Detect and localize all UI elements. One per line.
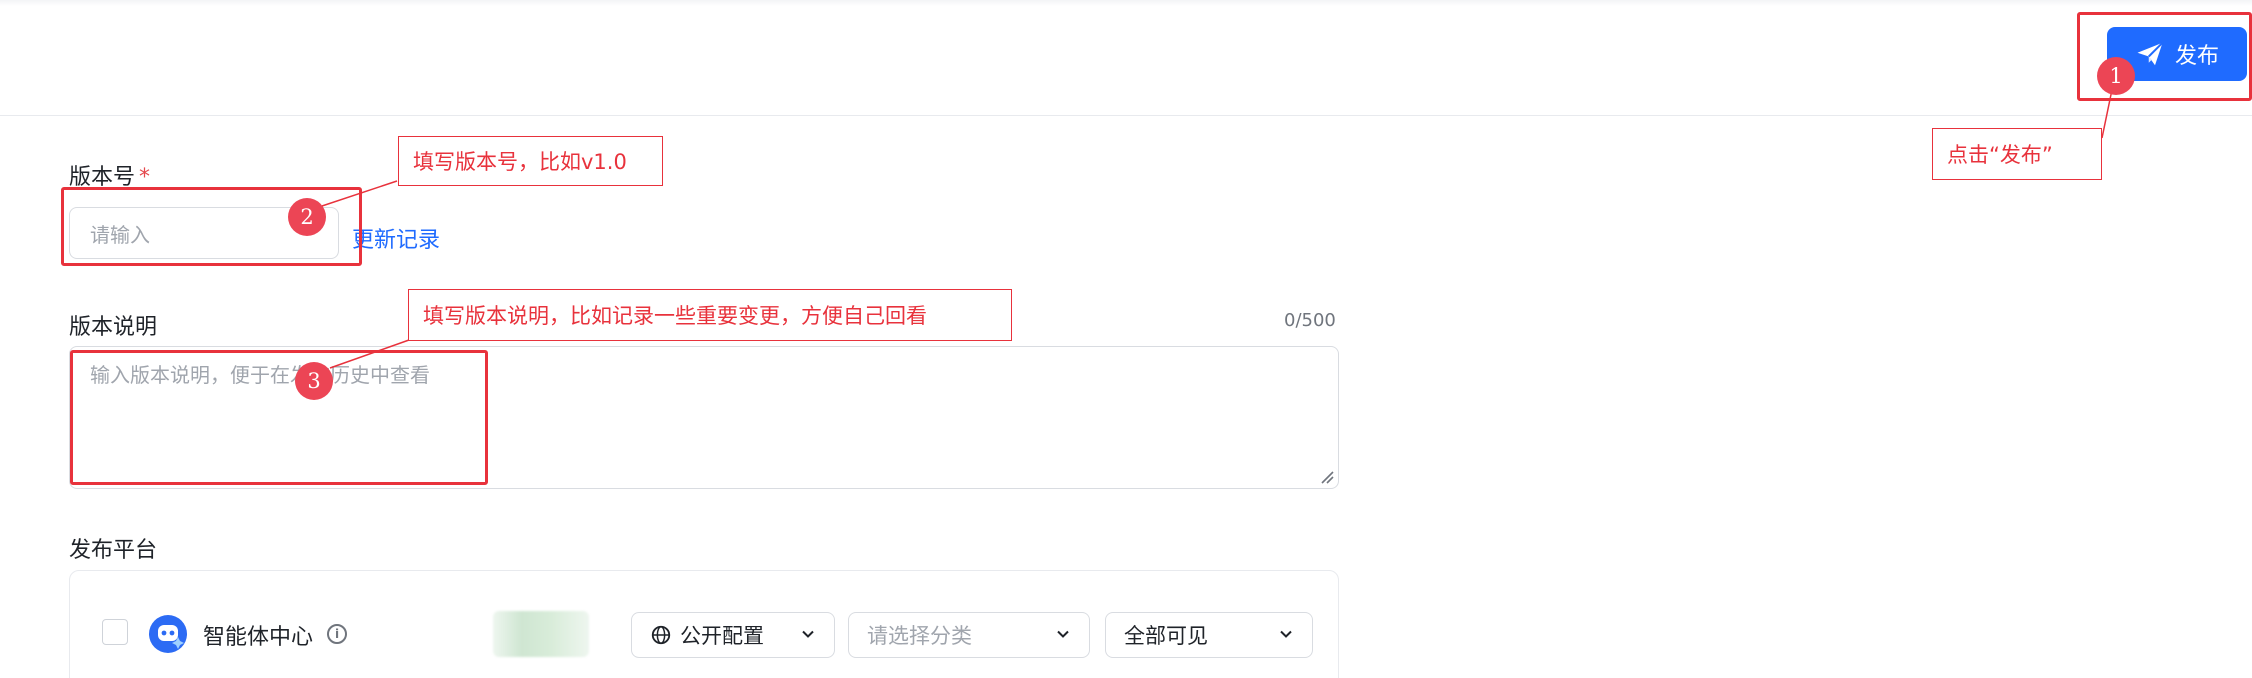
agent-center-icon bbox=[149, 615, 187, 653]
platform-label: 发布平台 bbox=[69, 538, 158, 563]
resize-handle-icon[interactable] bbox=[1320, 470, 1334, 484]
config-select[interactable]: 公开配置 bbox=[631, 612, 835, 658]
callout-step-2: 填写版本号，比如v1.0 bbox=[398, 136, 663, 186]
config-select-value: 公开配置 bbox=[680, 624, 764, 648]
category-select-placeholder: 请选择分类 bbox=[867, 624, 972, 648]
info-icon[interactable]: i bbox=[327, 624, 347, 644]
callout-step-3: 填写版本说明，比如记录一些重要变更，方便自己回看 bbox=[408, 289, 1012, 341]
platform-checkbox[interactable] bbox=[102, 619, 128, 645]
blurred-content bbox=[493, 611, 589, 657]
visibility-select[interactable]: 全部可见 bbox=[1105, 612, 1313, 658]
chevron-down-icon bbox=[802, 630, 814, 638]
update-history-link[interactable]: 更新记录 bbox=[352, 222, 440, 254]
agent-center-name: 智能体中心 bbox=[203, 625, 314, 650]
top-bar-shadow bbox=[0, 0, 2252, 6]
category-select[interactable]: 请选择分类 bbox=[848, 612, 1090, 658]
step-badge-1: 1 bbox=[2097, 57, 2135, 95]
char-counter: 0/500 bbox=[1284, 310, 1336, 331]
globe-icon bbox=[651, 625, 671, 645]
visibility-select-value: 全部可见 bbox=[1124, 624, 1208, 648]
chevron-down-icon bbox=[1280, 630, 1292, 638]
top-bar bbox=[0, 0, 2252, 116]
chevron-down-icon bbox=[1057, 630, 1069, 638]
step-badge-2: 2 bbox=[288, 198, 326, 236]
description-label: 版本说明 bbox=[69, 315, 158, 340]
step-badge-3: 3 bbox=[295, 362, 333, 400]
callout-step-1: 点击“发布” bbox=[1932, 128, 2102, 180]
annotation-box-description bbox=[70, 350, 488, 485]
